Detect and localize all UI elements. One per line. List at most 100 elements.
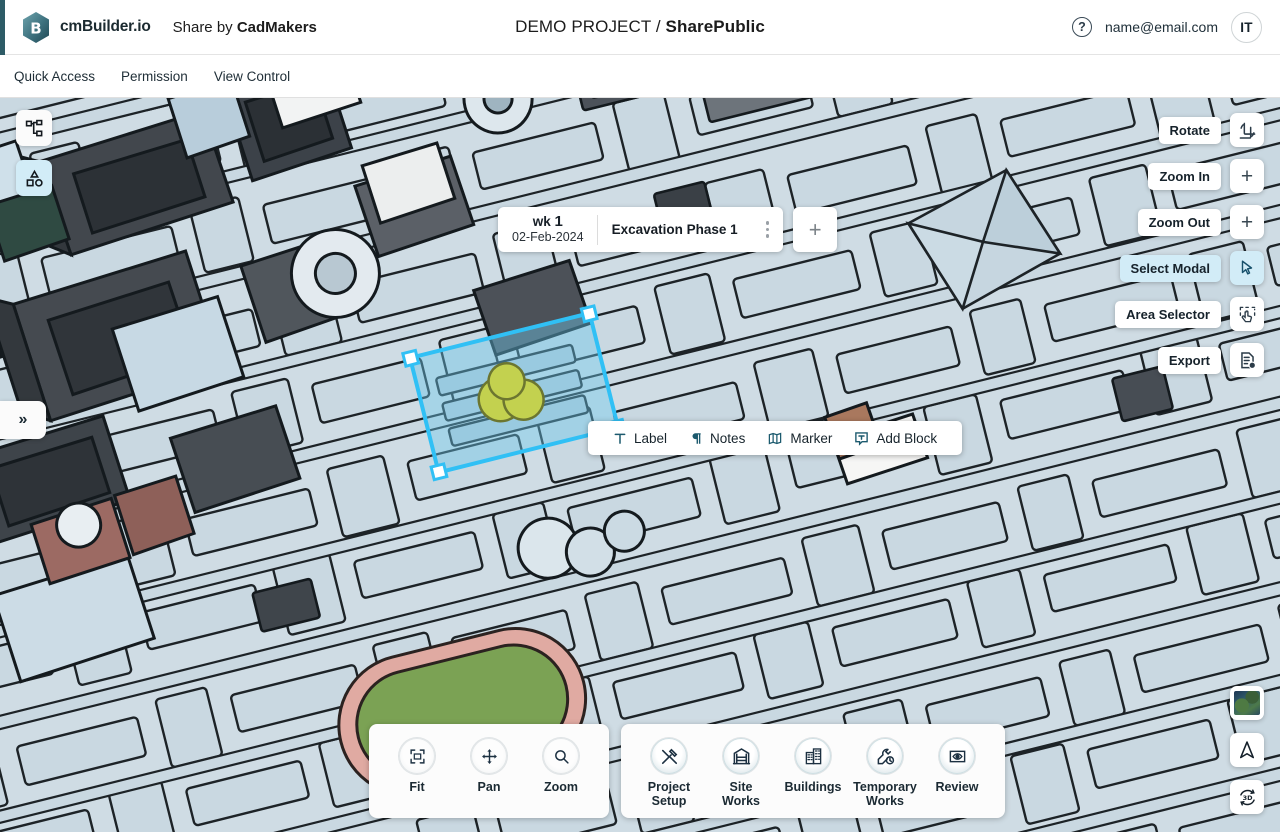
timeline-week-bar: wk 1 02-Feb-2024 Excavation Phase 1 +	[498, 207, 837, 252]
svg-text:3D: 3D	[1242, 793, 1253, 801]
wrench-clock-icon	[876, 747, 895, 766]
magnifier-zoom-icon	[553, 748, 570, 765]
map-canvas[interactable]: » wk 1 02-Feb-2024 Excavation Phase 1 +	[0, 98, 1280, 832]
ctx-notes-text: Notes	[710, 431, 745, 446]
area-select-hand-icon	[1238, 305, 1257, 324]
ctx-label-button[interactable]: Label	[602, 431, 678, 446]
nav-item-quick-access[interactable]: Quick Access	[14, 69, 95, 84]
ctx-notes-button[interactable]: Notes	[678, 431, 756, 446]
north-compass-icon	[1237, 740, 1257, 760]
temporary-works-label: Temporary Works	[853, 780, 917, 808]
help-icon[interactable]: ?	[1072, 17, 1092, 37]
fit-button[interactable]: Fit	[385, 738, 449, 794]
phase-tools-panel: Project Setup Site Works	[621, 724, 1005, 818]
left-tool-rail	[16, 110, 52, 196]
zoom-out-button[interactable]: +	[1230, 205, 1264, 239]
zoom-in-tooltip: Zoom In	[1148, 163, 1221, 190]
plus-icon: +	[809, 217, 822, 243]
rotate-3d-icon: 3D	[1237, 787, 1258, 808]
select-modal-button[interactable]	[1230, 251, 1264, 285]
org-chart-icon	[25, 119, 44, 138]
right-rail-row-zoom-out: Zoom Out +	[1115, 205, 1264, 239]
zoom-in-button[interactable]: +	[1230, 159, 1264, 193]
north-orientation-button[interactable]	[1230, 733, 1264, 767]
eye-review-icon	[948, 747, 967, 766]
pan-label: Pan	[478, 780, 501, 794]
export-document-icon	[1238, 351, 1257, 370]
buildings-circle	[795, 738, 831, 774]
header-right-group: ? name@email.com IT	[1072, 12, 1262, 43]
text-label-icon	[613, 431, 627, 446]
area-selector-tooltip: Area Selector	[1115, 301, 1221, 328]
site-works-circle	[723, 738, 759, 774]
ctx-marker-text: Marker	[790, 431, 832, 446]
right-rail-row-area-selector: Area Selector	[1115, 297, 1264, 331]
plus-icon: +	[1241, 166, 1253, 187]
zoom-button-circle	[543, 738, 579, 774]
svg-text:B: B	[30, 19, 41, 37]
avatar[interactable]: IT	[1231, 12, 1262, 43]
pan-button[interactable]: Pan	[457, 738, 521, 794]
sidebar-item-shapes[interactable]	[16, 160, 52, 196]
ctx-marker-button[interactable]: Marker	[756, 431, 843, 446]
zoom-out-tooltip: Zoom Out	[1138, 209, 1221, 236]
right-rail-row-rotate: Rotate	[1115, 113, 1264, 147]
area-selector-button[interactable]	[1230, 297, 1264, 331]
tools-hammer-wrench-icon	[660, 747, 679, 766]
expand-sidebar-button[interactable]: »	[0, 401, 46, 439]
brand-logo[interactable]: B cmBuilder.io	[21, 11, 151, 44]
rotate-icon	[1238, 121, 1257, 140]
pilcrow-notes-icon	[689, 431, 703, 446]
double-chevron-right-icon: »	[19, 411, 28, 429]
temporary-works-circle	[867, 738, 903, 774]
fit-button-circle	[399, 738, 435, 774]
more-vertical-icon[interactable]	[760, 217, 776, 242]
sidebar-item-hierarchy[interactable]	[16, 110, 52, 146]
nav-item-permission[interactable]: Permission	[121, 69, 188, 84]
zoom-button[interactable]: Zoom	[529, 738, 593, 794]
zoom-label: Zoom	[544, 780, 578, 794]
project-setup-button[interactable]: Project Setup	[637, 738, 701, 808]
buildings-label: Buildings	[785, 780, 842, 794]
temporary-works-button[interactable]: Temporary Works	[853, 738, 917, 808]
week-card[interactable]: wk 1 02-Feb-2024 Excavation Phase 1	[498, 207, 783, 252]
pan-move-icon	[481, 748, 498, 765]
buildings-button[interactable]: Buildings	[781, 738, 845, 794]
map-marker-icon	[767, 431, 783, 446]
nav-item-view-control[interactable]: View Control	[214, 69, 290, 84]
shapes-icon	[25, 169, 44, 188]
review-button[interactable]: Review	[925, 738, 989, 794]
export-button[interactable]	[1230, 343, 1264, 377]
building-icon	[804, 747, 823, 766]
site-works-button[interactable]: Site Works	[709, 738, 773, 808]
map-mode-buttons: 3D	[1230, 686, 1264, 814]
annotation-context-toolbar: Label Notes Marker Add	[588, 421, 962, 455]
right-rail-row-select-modal: Select Modal	[1115, 251, 1264, 285]
rotate-button[interactable]	[1230, 113, 1264, 147]
project-setup-label: Project Setup	[648, 780, 690, 808]
ctx-add-block-button[interactable]: Add Block	[843, 431, 948, 446]
select-modal-tooltip: Select Modal	[1120, 255, 1221, 282]
user-email-label: name@email.com	[1105, 19, 1218, 35]
brand-name-label: cmBuilder.io	[60, 18, 151, 36]
week-phase-label: Excavation Phase 1	[598, 222, 760, 237]
site-works-label: Site Works	[709, 780, 773, 808]
app-root: » wk 1 02-Feb-2024 Excavation Phase 1 +	[0, 0, 1280, 832]
cmbuilder-hex-logo-icon: B	[21, 11, 51, 44]
export-tooltip: Export	[1158, 347, 1221, 374]
plus-icon: +	[1241, 212, 1253, 233]
right-rail-row-export: Export	[1115, 343, 1264, 377]
review-label: Review	[935, 780, 978, 794]
satellite-view-button[interactable]	[1230, 686, 1264, 720]
add-week-button[interactable]: +	[793, 207, 837, 252]
right-rail-row-zoom-in: Zoom In +	[1115, 159, 1264, 193]
fit-label: Fit	[409, 780, 424, 794]
ctx-label-text: Label	[634, 431, 667, 446]
toggle-3d-button[interactable]: 3D	[1230, 780, 1264, 814]
secondary-nav: Quick Access Permission View Control	[0, 55, 1280, 98]
fit-to-screen-icon	[409, 748, 426, 765]
bottom-toolbars: Fit Pan	[369, 724, 1005, 818]
header-accent-bar	[0, 0, 5, 55]
view-tools-panel: Fit Pan	[369, 724, 609, 818]
share-by-label: Share by CadMakers	[173, 19, 317, 36]
